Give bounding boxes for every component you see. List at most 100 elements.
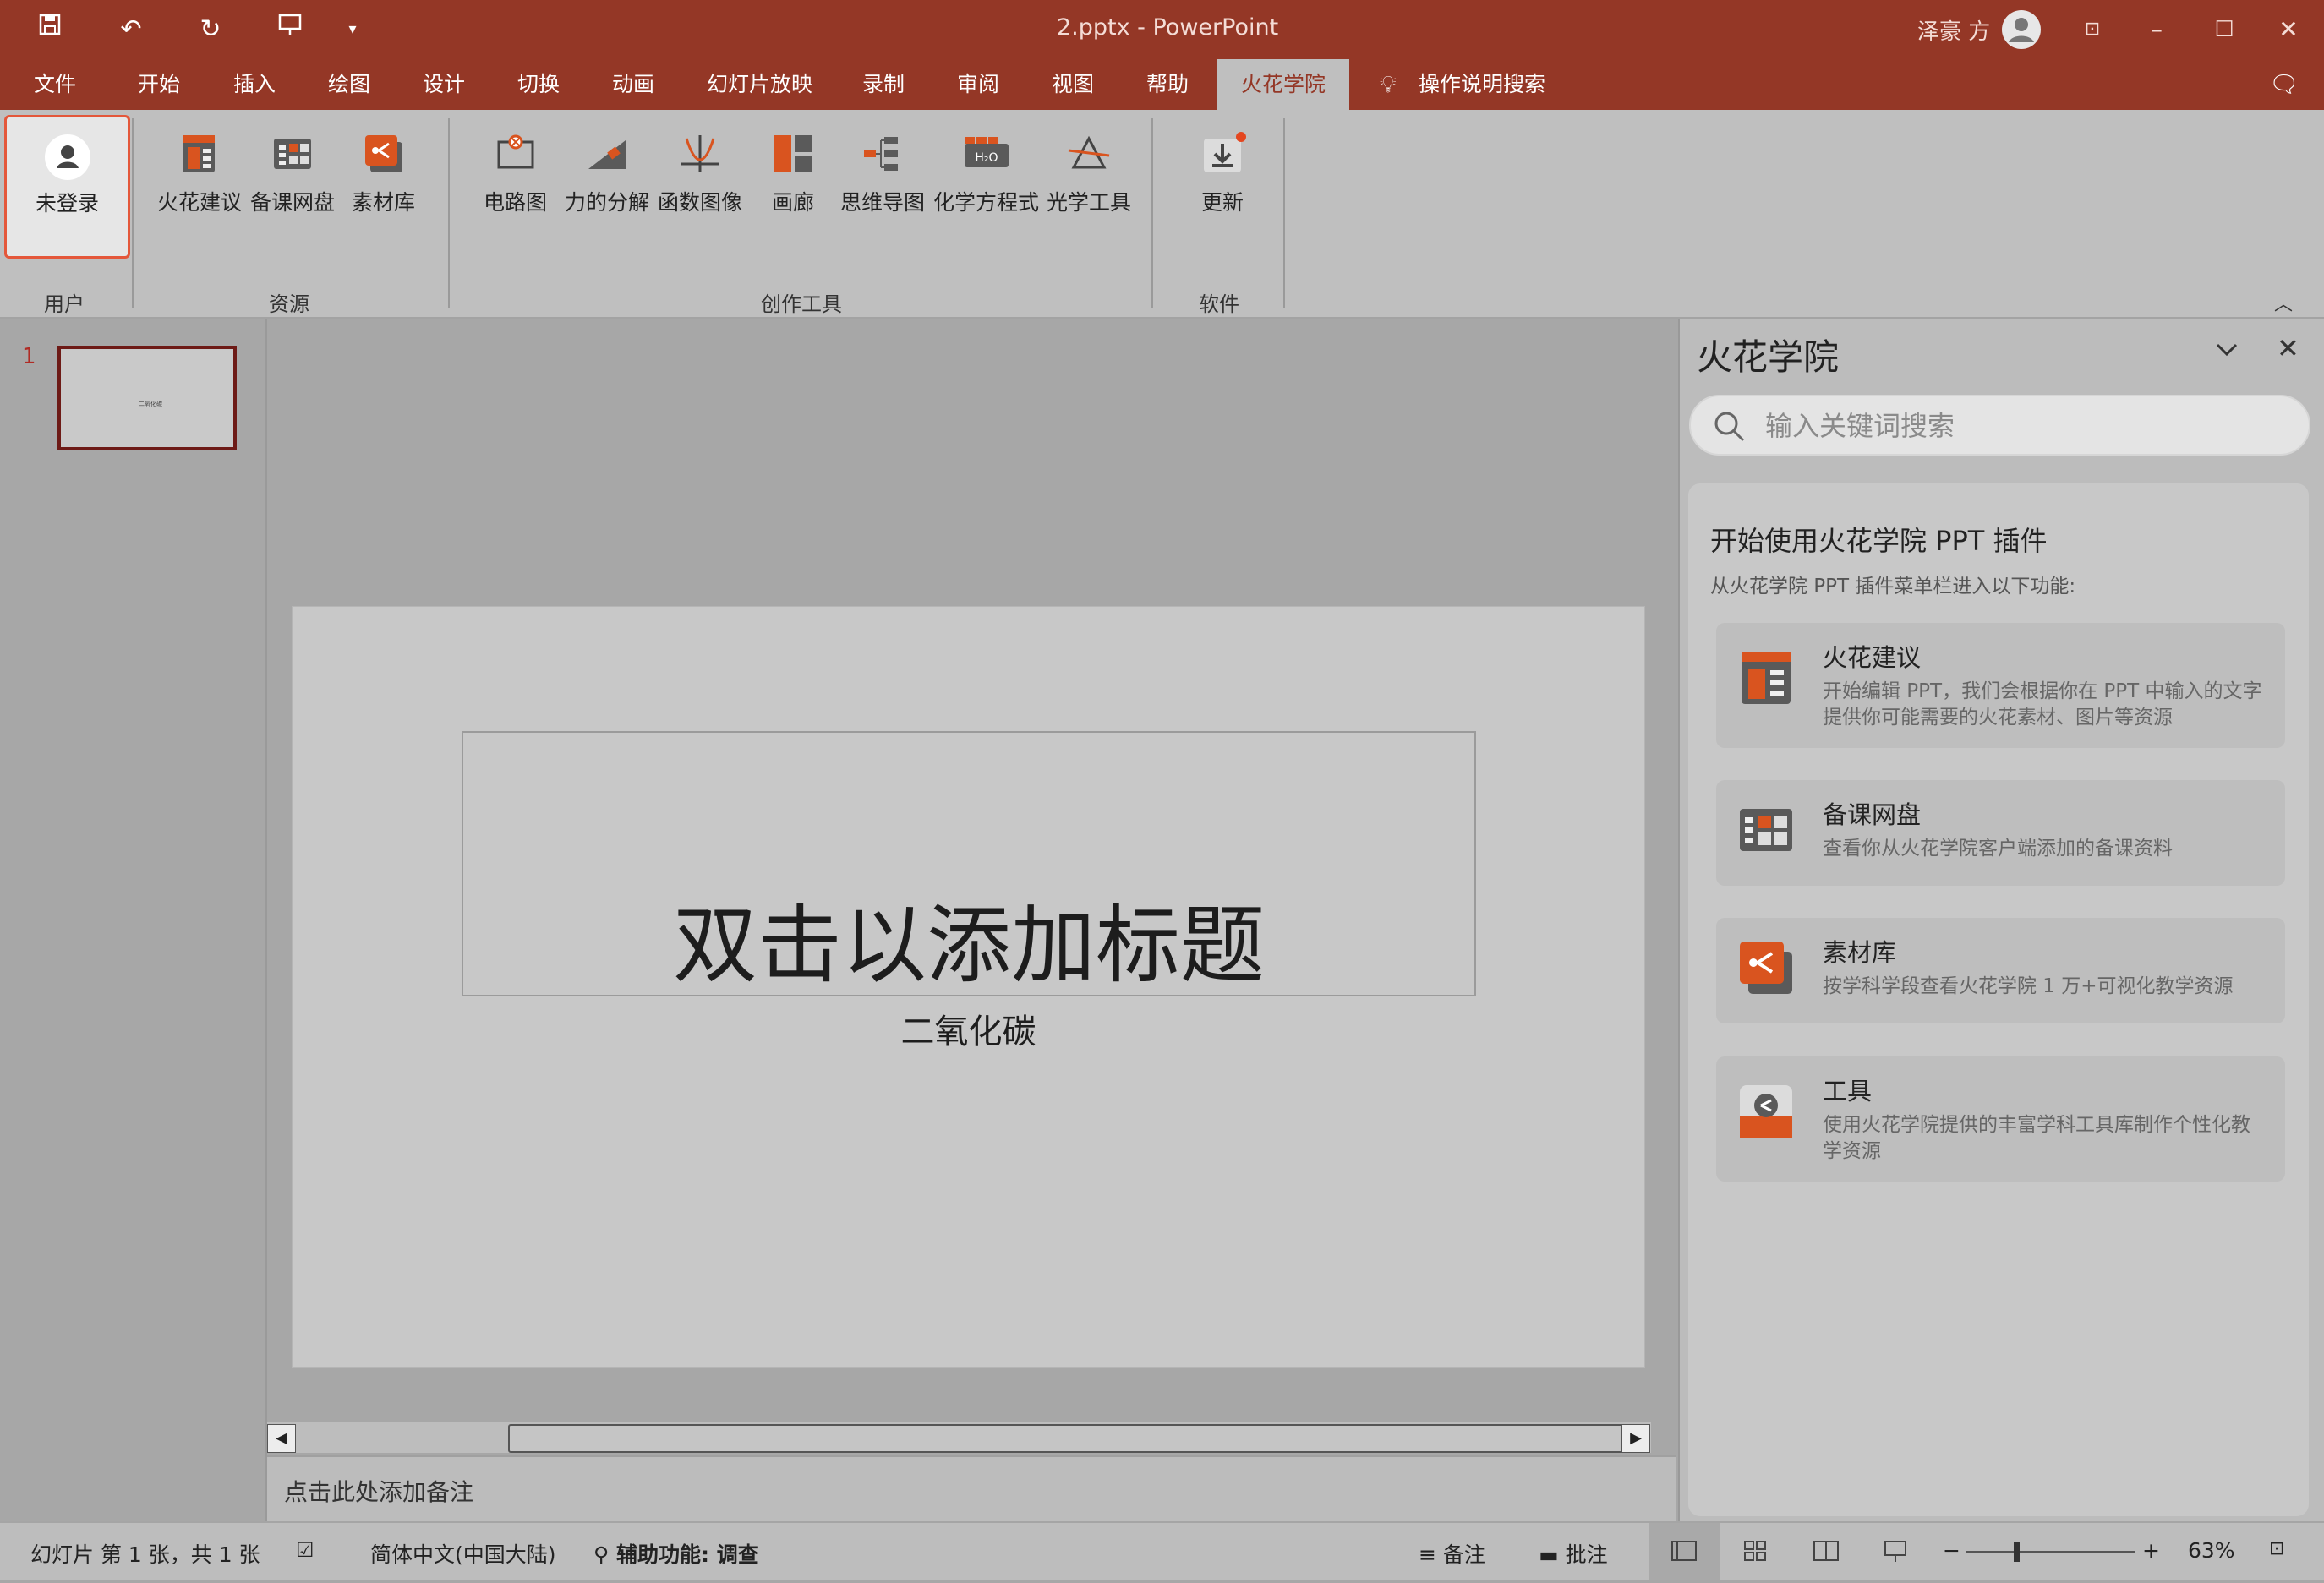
title-placeholder[interactable]: 双击以添加标题 [462,731,1476,996]
scroll-left-icon[interactable]: ◀ [267,1424,296,1453]
undo-icon[interactable]: ↶ [112,12,150,47]
tab-view[interactable]: 视图 [1042,59,1104,110]
tab-transitions[interactable]: 切换 [507,59,570,110]
gallery-icon [769,130,817,177]
tell-me-search[interactable]: 操作说明搜索 [1408,59,1556,110]
huohua-suggest-button[interactable]: 火花建议 [157,130,242,216]
slide-subtitle[interactable]: 二氧化碳 [293,1004,1644,1053]
notes-button[interactable]: ≡ 备注 [1419,1538,1485,1569]
ribbon-display-icon[interactable]: ⊡ [2071,8,2113,51]
group-label-software: 软件 [1199,292,1239,316]
circuit-icon [492,130,539,177]
search-input[interactable] [1764,407,2274,445]
login-button[interactable]: 未登录 [4,115,130,259]
feature-card-library[interactable]: 素材库 按学科学段查看火花学院 1 万+可视化教学资源 [1716,918,2285,1023]
save-icon[interactable] [30,12,69,47]
fit-to-window-icon[interactable]: ⊡ [2269,1538,2284,1559]
document-title: 2.pptx - PowerPoint [1057,14,1279,41]
redo-icon[interactable]: ↻ [191,12,230,47]
reading-view-icon[interactable] [1791,1523,1862,1580]
disk-icon [1735,799,1797,861]
download-icon [1199,130,1246,177]
zoom-level[interactable]: 63% [2188,1538,2235,1563]
feature-card-tools[interactable]: 工具 使用火花学院提供的丰富学科工具库制作个性化教学资源 [1716,1056,2285,1182]
chemistry-button[interactable]: H₂O 化学方程式 [933,130,1039,216]
scroll-right-icon[interactable]: ▶ [1621,1424,1650,1453]
minimize-icon[interactable]: – [2135,8,2178,51]
tab-huohua[interactable]: 火花学院 [1217,59,1350,110]
tab-review[interactable]: 审阅 [947,59,1009,110]
tab-animations[interactable]: 动画 [602,59,664,110]
zoom-in-icon[interactable]: + [2142,1538,2160,1563]
accessibility-icon: ⚲ [593,1542,617,1567]
notes-pane[interactable]: 点击此处添加备注 [267,1455,1676,1523]
slide-number: 1 [22,344,36,369]
slideshow-icon[interactable] [1860,1523,1931,1580]
ribbon: 未登录 用户 火花建议 备课网盘 素材库 资源 电路图 力的分解 函数图像 画廊… [0,110,2324,319]
tab-design[interactable]: 设计 [413,59,475,110]
library-icon [360,130,407,177]
force-button[interactable]: 力的分解 [565,130,649,216]
comment-icon: ▬ [1539,1542,1566,1567]
comments-icon[interactable]: 🗨︎ [2259,59,2310,110]
library-icon [1735,936,1797,999]
spellcheck-icon[interactable]: ☑ [296,1538,314,1562]
close-icon[interactable]: ✕ [2267,8,2310,51]
comments-button[interactable]: ▬ 批注 [1539,1538,1608,1569]
scrollbar-thumb[interactable] [508,1424,1626,1453]
normal-view-icon[interactable] [1649,1523,1720,1580]
customize-icon[interactable]: ▾ [333,12,372,47]
ribbon-tabs: 文件 开始 插入 绘图 设计 切换 动画 幻灯片放映 录制 审阅 视图 帮助 火… [0,59,2324,110]
suggest-icon [1735,647,1797,709]
collapse-ribbon-icon[interactable]: ︿ [2274,289,2293,316]
library-button[interactable]: 素材库 [352,130,415,216]
welcome-heading: 开始使用火花学院 PPT 插件 [1710,525,2048,557]
search-box[interactable] [1689,395,2310,456]
accessibility-status[interactable]: ⚲ 辅助功能: 调查 [593,1538,759,1569]
search-icon [1714,412,1745,442]
function-graph-button[interactable]: 函数图像 [658,130,742,216]
user-name[interactable]: 泽豪 方 [1917,14,1990,46]
horizontal-scrollbar[interactable]: ◀ ▶ [267,1422,1651,1453]
feature-title: 火花建议 [1823,643,1922,672]
mindmap-button[interactable]: 思维导图 [840,130,925,216]
gallery-label: 画廊 [771,190,814,215]
language-indicator[interactable]: 简体中文(中国大陆) [370,1538,556,1569]
tab-slideshow[interactable]: 幻灯片放映 [697,59,823,110]
tab-home[interactable]: 开始 [128,59,190,110]
close-icon[interactable]: ✕ [2277,332,2299,364]
avatar[interactable] [2002,10,2041,49]
slide-thumbnail[interactable]: 二氧化碳 [57,346,237,450]
tab-file[interactable]: 文件 [24,59,86,110]
optics-button[interactable]: 光学工具 [1047,130,1131,216]
title-bar: ↶ ↻ ▾ 2.pptx - PowerPoint 泽豪 方 ⊡ – ☐ ✕ [0,0,2324,59]
feature-desc: 查看你从火花学院客户端添加的备课资料 [1823,838,2173,860]
slide-thumbnail-pane: 1 二氧化碳 [0,319,267,1521]
feature-card-disk[interactable]: 备课网盘 查看你从火花学院客户端添加的备课资料 [1716,780,2285,886]
zoom-out-icon[interactable]: − [1943,1538,1960,1563]
slide-sorter-icon[interactable] [1720,1523,1791,1580]
lightbulb-icon: 💡︎ [1380,70,1397,98]
tab-draw[interactable]: 绘图 [318,59,380,110]
notes-label: 备注 [1442,1542,1485,1567]
chevron-down-icon[interactable] [2214,336,2239,365]
feature-card-suggest[interactable]: 火花建议 开始编辑 PPT，我们会根据你在 PPT 中输入的文字提供你可能需要的… [1716,623,2285,748]
present-icon[interactable] [271,12,309,47]
zoom-slider-thumb[interactable] [2014,1542,2020,1562]
update-button[interactable]: 更新 [1199,130,1246,216]
maximize-icon[interactable]: ☐ [2203,8,2245,51]
zoom-slider[interactable] [1966,1542,2135,1562]
tab-record[interactable]: 录制 [852,59,915,110]
slide-canvas[interactable]: 双击以添加标题 二氧化碳 [292,606,1645,1368]
cloud-disk-button[interactable]: 备课网盘 [250,130,335,216]
tab-insert[interactable]: 插入 [223,59,286,110]
tools-icon [1735,1080,1797,1143]
circuit-button[interactable]: 电路图 [484,130,547,216]
gallery-button[interactable]: 画廊 [769,130,817,216]
group-separator [1151,118,1153,308]
force-icon [583,130,631,177]
circuit-label: 电路图 [484,190,548,215]
chemistry-icon: H₂O [963,130,1010,177]
function-graph-icon [676,130,724,177]
tab-help[interactable]: 帮助 [1136,59,1199,110]
